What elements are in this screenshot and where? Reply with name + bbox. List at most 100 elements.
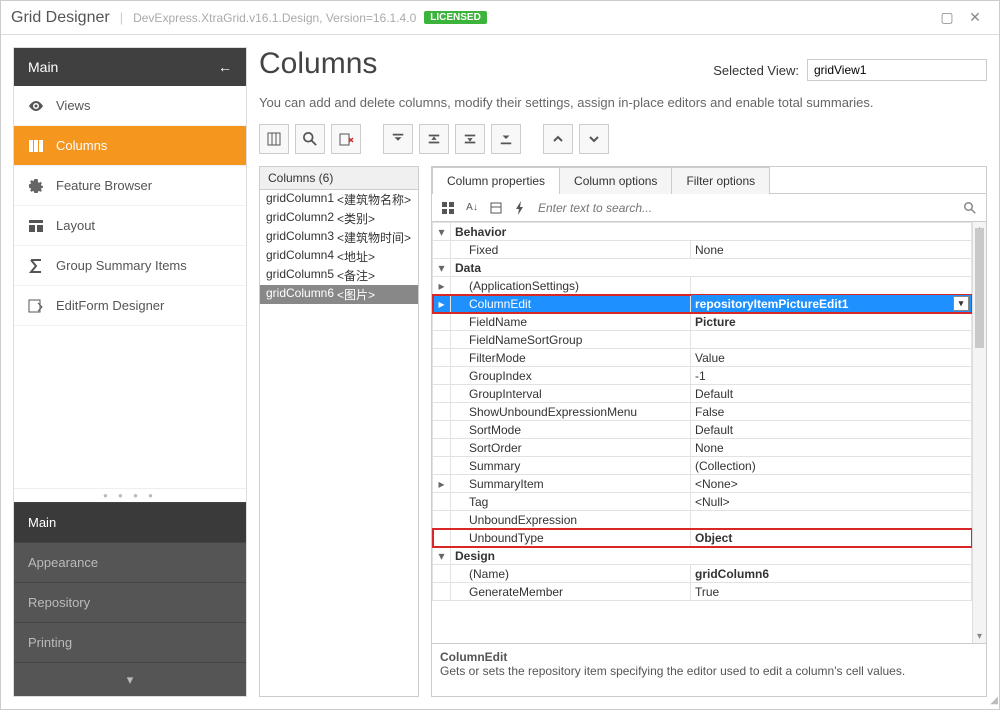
property-grid[interactable]: ▾Behavior FixedNone ▾Data ▸(ApplicationS… bbox=[432, 222, 986, 644]
category-behavior[interactable]: ▾Behavior bbox=[433, 223, 972, 241]
nav-category-label: Appearance bbox=[28, 555, 98, 570]
sidebar-item-label: EditForm Designer bbox=[56, 298, 164, 313]
property-row[interactable]: GenerateMemberTrue bbox=[433, 583, 972, 601]
property-description: ColumnEdit Gets or sets the repository i… bbox=[432, 644, 986, 696]
nav-category-label: Repository bbox=[28, 595, 90, 610]
nav-category-label: Printing bbox=[28, 635, 72, 650]
sidebar-item-label: Layout bbox=[56, 218, 95, 233]
property-row[interactable]: SortOrderNone bbox=[433, 439, 972, 457]
nav-category-repository[interactable]: Repository bbox=[14, 582, 246, 622]
property-row[interactable]: FilterModeValue bbox=[433, 349, 972, 367]
category-data[interactable]: ▾Data bbox=[433, 259, 972, 277]
window-restore-icon[interactable]: ▢ bbox=[933, 9, 961, 26]
sigma-icon bbox=[28, 258, 44, 274]
columns-list-header: Columns (6) bbox=[260, 167, 418, 190]
columns-list-item[interactable]: gridColumn1<建筑物名称> bbox=[260, 190, 418, 209]
tab-column-options[interactable]: Column options bbox=[559, 167, 672, 194]
property-row[interactable]: ShowUnboundExpressionMenuFalse bbox=[433, 403, 972, 421]
expand-button[interactable] bbox=[543, 124, 573, 154]
property-row[interactable]: Summary(Collection) bbox=[433, 457, 972, 475]
property-row[interactable]: SortModeDefault bbox=[433, 421, 972, 439]
sidebar-item-label: Group Summary Items bbox=[56, 258, 187, 273]
scrollbar[interactable]: ▴ ▾ bbox=[972, 222, 986, 643]
property-row[interactable]: FieldNameSortGroup bbox=[433, 331, 972, 349]
scroll-down-icon[interactable]: ▾ bbox=[973, 629, 986, 643]
editform-icon bbox=[28, 298, 44, 314]
sidebar-item-columns[interactable]: Columns bbox=[14, 126, 246, 166]
tab-column-properties[interactable]: Column properties bbox=[432, 167, 560, 194]
property-search-input[interactable] bbox=[532, 201, 958, 215]
columns-list-item[interactable]: gridColumn4<地址> bbox=[260, 247, 418, 266]
eye-icon bbox=[28, 98, 44, 114]
sidebar-item-feature-browser[interactable]: Feature Browser bbox=[14, 166, 246, 206]
nav-category-printing[interactable]: Printing bbox=[14, 622, 246, 662]
window-title: Grid Designer bbox=[11, 9, 110, 27]
sidebar-group-title: Main bbox=[28, 59, 58, 75]
move-up-button[interactable] bbox=[419, 124, 449, 154]
collapse-button[interactable] bbox=[579, 124, 609, 154]
events-button[interactable] bbox=[508, 197, 532, 219]
columns-list-item[interactable]: gridColumn2<类别> bbox=[260, 209, 418, 228]
nav-category-appearance[interactable]: Appearance bbox=[14, 542, 246, 582]
sidebar-item-label: Feature Browser bbox=[56, 178, 152, 193]
property-row[interactable]: Tag<Null> bbox=[433, 493, 972, 511]
sidebar-item-layout[interactable]: Layout bbox=[14, 206, 246, 246]
page-description: You can add and delete columns, modify t… bbox=[259, 95, 987, 110]
property-row[interactable]: GroupIntervalDefault bbox=[433, 385, 972, 403]
property-row[interactable]: UnboundExpression bbox=[433, 511, 972, 529]
sidebar: Main ← Views Columns bbox=[13, 47, 247, 697]
search-icon[interactable] bbox=[958, 197, 982, 219]
tabs: Column properties Column options Filter … bbox=[432, 167, 986, 194]
move-first-button[interactable] bbox=[383, 124, 413, 154]
nav-category-label: Main bbox=[28, 515, 56, 530]
add-column-button[interactable] bbox=[259, 124, 289, 154]
property-row[interactable]: FixedNone bbox=[433, 241, 972, 259]
property-row[interactable]: GroupIndex-1 bbox=[433, 367, 972, 385]
licensed-badge: LICENSED bbox=[424, 11, 487, 24]
sidebar-splitter[interactable]: ● ● ● ● bbox=[14, 488, 246, 502]
columns-icon bbox=[28, 138, 44, 154]
categorized-view-button[interactable] bbox=[436, 197, 460, 219]
window-version: DevExpress.XtraGrid.v16.1.Design, Versio… bbox=[133, 11, 416, 25]
columns-list-item[interactable]: gridColumn5<备注> bbox=[260, 266, 418, 285]
description-name: ColumnEdit bbox=[440, 650, 978, 664]
property-pages-button[interactable] bbox=[484, 197, 508, 219]
property-row[interactable]: FieldNamePicture bbox=[433, 313, 972, 331]
titlebar: Grid Designer | DevExpress.XtraGrid.v16.… bbox=[1, 1, 999, 35]
property-row-columnedit[interactable]: ▸ ColumnEdit repositoryItemPictureEdit1▾ bbox=[433, 295, 972, 313]
sidebar-item-editform-designer[interactable]: EditForm Designer bbox=[14, 286, 246, 326]
tab-filter-options[interactable]: Filter options bbox=[671, 167, 770, 194]
alphabetical-view-button[interactable]: A↓ bbox=[460, 197, 484, 219]
back-arrow-icon[interactable]: ← bbox=[218, 59, 232, 75]
move-last-button[interactable] bbox=[491, 124, 521, 154]
property-grid-toolbar: A↓ bbox=[432, 194, 986, 222]
property-row[interactable]: ▸(ApplicationSettings) bbox=[433, 277, 972, 295]
retrieve-button[interactable] bbox=[295, 124, 325, 154]
category-design[interactable]: ▾Design bbox=[433, 547, 972, 565]
resize-grip-icon[interactable]: ◢ bbox=[990, 695, 996, 706]
nav-category-main[interactable]: Main bbox=[14, 502, 246, 542]
columns-list: Columns (6) gridColumn1<建筑物名称> gridColum… bbox=[259, 166, 419, 697]
nav-expand-button[interactable]: ▾ bbox=[14, 662, 246, 696]
property-row[interactable]: ▸SummaryItem<None> bbox=[433, 475, 972, 493]
sidebar-item-views[interactable]: Views bbox=[14, 86, 246, 126]
page-title: Columns bbox=[259, 47, 377, 81]
columns-list-item[interactable]: gridColumn3<建筑物时间> bbox=[260, 228, 418, 247]
columns-list-item[interactable]: gridColumn6<图片> bbox=[260, 285, 418, 304]
property-row-unboundtype[interactable]: UnboundTypeObject bbox=[433, 529, 972, 547]
layout-icon bbox=[28, 218, 44, 234]
columns-toolbar bbox=[259, 124, 987, 154]
sidebar-group-header-main[interactable]: Main ← bbox=[14, 48, 246, 86]
selected-view-dropdown[interactable] bbox=[807, 59, 987, 81]
property-row[interactable]: (Name)gridColumn6 bbox=[433, 565, 972, 583]
move-down-button[interactable] bbox=[455, 124, 485, 154]
titlebar-separator: | bbox=[120, 10, 123, 25]
sidebar-item-label: Columns bbox=[56, 138, 107, 153]
description-text: Gets or sets the repository item specify… bbox=[440, 664, 905, 678]
dropdown-button[interactable]: ▾ bbox=[953, 296, 969, 311]
scrollbar-thumb[interactable] bbox=[975, 228, 984, 348]
selected-view-label: Selected View: bbox=[713, 63, 799, 78]
remove-column-button[interactable] bbox=[331, 124, 361, 154]
window-close-icon[interactable]: ✕ bbox=[961, 9, 989, 26]
sidebar-item-group-summary[interactable]: Group Summary Items bbox=[14, 246, 246, 286]
